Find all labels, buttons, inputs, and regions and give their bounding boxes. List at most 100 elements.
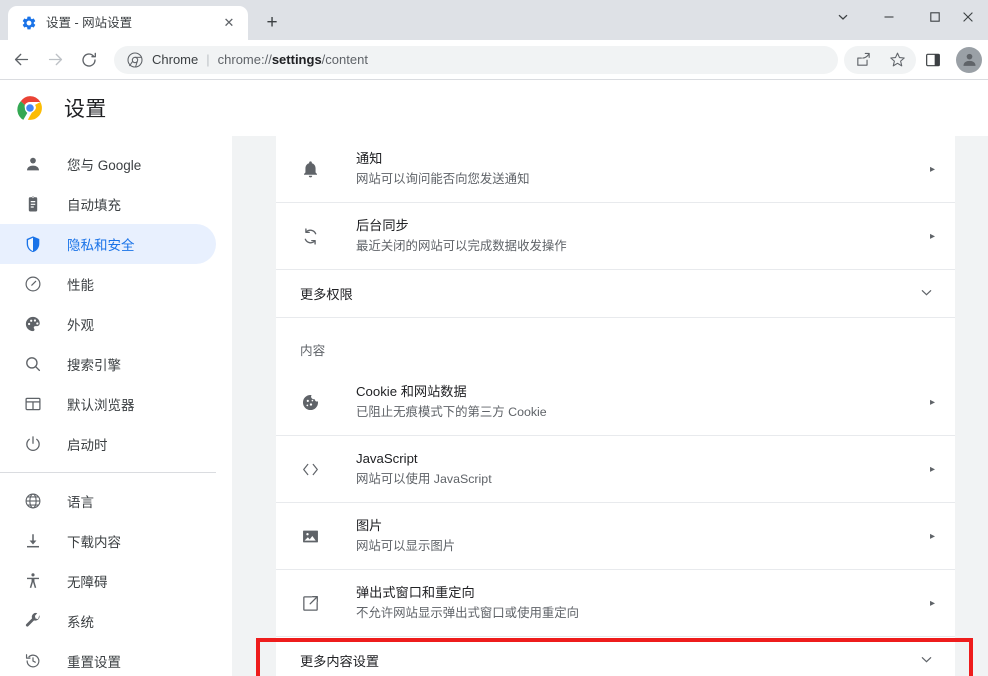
code-brackets-icon <box>300 459 320 479</box>
setting-row-images[interactable]: 图片 网站可以显示图片 ▸ <box>276 503 955 570</box>
chevron-right-icon: ▸ <box>930 531 935 542</box>
setting-subtitle: 网站可以询问能否向您发送通知 <box>356 170 922 189</box>
shield-icon <box>23 234 43 254</box>
person-icon <box>23 154 43 174</box>
tab-search-button[interactable] <box>820 0 866 34</box>
omnibox-scheme-label: Chrome <box>152 52 198 67</box>
setting-row-text: 图片 网站可以显示图片 <box>356 516 922 556</box>
setting-subtitle: 不允许网站显示弹出式窗口或使用重定向 <box>356 604 922 623</box>
sidebar-item-search-engine[interactable]: 搜索引擎 <box>0 344 216 384</box>
sidebar-item-label: 重置设置 <box>67 651 121 671</box>
settings-header: 设置 <box>0 80 988 136</box>
sidebar-divider <box>0 472 216 473</box>
page-title: 设置 <box>64 93 106 123</box>
popup-external-link-icon <box>300 593 320 613</box>
setting-row-popups-and-redirects[interactable]: 弹出式窗口和重定向 不允许网站显示弹出式窗口或使用重定向 ▸ <box>276 570 955 637</box>
share-icon[interactable] <box>848 45 878 75</box>
address-bar[interactable]: Chrome | chrome://settings/content <box>114 46 838 74</box>
sidebar-item-label: 搜索引擎 <box>67 354 121 374</box>
star-icon[interactable] <box>882 45 912 75</box>
close-window-button[interactable] <box>958 0 988 34</box>
setting-subtitle: 网站可以使用 JavaScript <box>356 470 922 489</box>
sidebar-item-appearance[interactable]: 外观 <box>0 304 216 344</box>
setting-subtitle: 已阻止无痕模式下的第三方 Cookie <box>356 403 922 422</box>
more-permissions-expander[interactable]: 更多权限 <box>276 270 955 318</box>
side-panel-icon[interactable] <box>918 45 948 75</box>
browser-window-icon <box>23 394 43 414</box>
sidebar-item-label: 隐私和安全 <box>67 234 135 254</box>
sidebar-item-on-startup[interactable]: 启动时 <box>0 424 216 464</box>
sidebar-item-privacy-and-security[interactable]: 隐私和安全 <box>0 224 216 264</box>
bell-icon <box>300 159 320 179</box>
close-tab-icon[interactable]: ✕ <box>220 14 238 32</box>
omnibox-separator: | <box>206 52 209 67</box>
chevron-right-icon: ▸ <box>930 397 935 408</box>
chevron-down-icon <box>920 286 933 302</box>
setting-title: 图片 <box>356 516 922 535</box>
palette-icon <box>23 314 43 334</box>
chevron-down-icon <box>920 653 933 669</box>
toolbar-actions <box>844 45 982 75</box>
url-prefix: chrome:// <box>218 52 272 67</box>
setting-title: 通知 <box>356 149 922 168</box>
setting-row-text: Cookie 和网站数据 已阻止无痕模式下的第三方 Cookie <box>356 382 922 422</box>
wrench-icon <box>23 611 43 631</box>
sidebar-item-downloads[interactable]: 下载内容 <box>0 521 216 561</box>
sidebar-item-performance[interactable]: 性能 <box>0 264 216 304</box>
sidebar-item-default-browser[interactable]: 默认浏览器 <box>0 384 216 424</box>
setting-row-text: 弹出式窗口和重定向 不允许网站显示弹出式窗口或使用重定向 <box>356 583 922 623</box>
accessibility-icon <box>23 571 43 591</box>
settings-page: 设置 您 <box>0 80 988 676</box>
sidebar-item-system[interactable]: 系统 <box>0 601 216 641</box>
download-icon <box>23 531 43 551</box>
sidebar-item-label: 系统 <box>67 611 94 631</box>
url-bold-part: settings <box>272 52 322 67</box>
sidebar-item-label: 自动填充 <box>67 194 121 214</box>
setting-row-background-sync[interactable]: 后台同步 最近关闭的网站可以完成数据收发操作 ▸ <box>276 203 955 270</box>
setting-row-text: 后台同步 最近关闭的网站可以完成数据收发操作 <box>356 216 922 256</box>
forward-icon[interactable] <box>40 45 70 75</box>
minimize-button[interactable] <box>866 0 912 34</box>
profile-avatar[interactable] <box>956 47 982 73</box>
power-icon <box>23 434 43 454</box>
setting-row-notifications[interactable]: 通知 网站可以询问能否向您发送通知 ▸ <box>276 136 955 203</box>
chevron-right-icon: ▸ <box>930 164 935 175</box>
setting-row-cookies[interactable]: Cookie 和网站数据 已阻止无痕模式下的第三方 Cookie ▸ <box>276 369 955 436</box>
sidebar-item-languages[interactable]: 语言 <box>0 481 216 521</box>
setting-title: 弹出式窗口和重定向 <box>356 583 922 602</box>
sidebar-item-you-and-google[interactable]: 您与 Google <box>0 144 216 184</box>
back-icon[interactable] <box>6 45 36 75</box>
reload-icon[interactable] <box>74 45 104 75</box>
sync-icon <box>300 226 320 246</box>
browser-tab[interactable]: 设置 - 网站设置 ✕ <box>8 6 248 40</box>
new-tab-button[interactable]: + <box>258 9 286 37</box>
setting-subtitle: 最近关闭的网站可以完成数据收发操作 <box>356 237 922 256</box>
restore-icon <box>23 651 43 671</box>
sidebar-item-label: 启动时 <box>67 434 108 454</box>
setting-title: Cookie 和网站数据 <box>356 382 922 401</box>
cookie-icon <box>300 392 320 412</box>
more-content-settings-expander[interactable]: 更多内容设置 <box>276 637 955 676</box>
title-bar: 设置 - 网站设置 ✕ + <box>0 0 988 40</box>
setting-row-text: JavaScript 网站可以使用 JavaScript <box>356 449 922 489</box>
url-suffix: /content <box>322 52 368 67</box>
window-controls <box>820 0 988 34</box>
sidebar-item-autofill[interactable]: 自动填充 <box>0 184 216 224</box>
settings-sidebar: 您与 Google 自动填充 <box>0 136 232 676</box>
image-icon <box>300 526 320 546</box>
tab-title: 设置 - 网站设置 <box>46 15 220 31</box>
globe-icon <box>23 491 43 511</box>
setting-row-javascript[interactable]: JavaScript 网站可以使用 JavaScript ▸ <box>276 436 955 503</box>
settings-body: 您与 Google 自动填充 <box>0 136 988 676</box>
sidebar-item-accessibility[interactable]: 无障碍 <box>0 561 216 601</box>
clipboard-icon <box>23 194 43 214</box>
chrome-icon <box>127 52 143 68</box>
more-content-settings-label: 更多内容设置 <box>300 651 920 670</box>
gear-icon <box>21 15 37 31</box>
sidebar-item-reset-settings[interactable]: 重置设置 <box>0 641 216 676</box>
settings-content-card: 通知 网站可以询问能否向您发送通知 ▸ <box>276 136 955 676</box>
maximize-button[interactable] <box>912 0 958 34</box>
more-permissions-label: 更多权限 <box>300 284 920 303</box>
tab-strip: 设置 - 网站设置 ✕ + <box>0 0 286 40</box>
browser-toolbar: Chrome | chrome://settings/content <box>0 40 988 80</box>
